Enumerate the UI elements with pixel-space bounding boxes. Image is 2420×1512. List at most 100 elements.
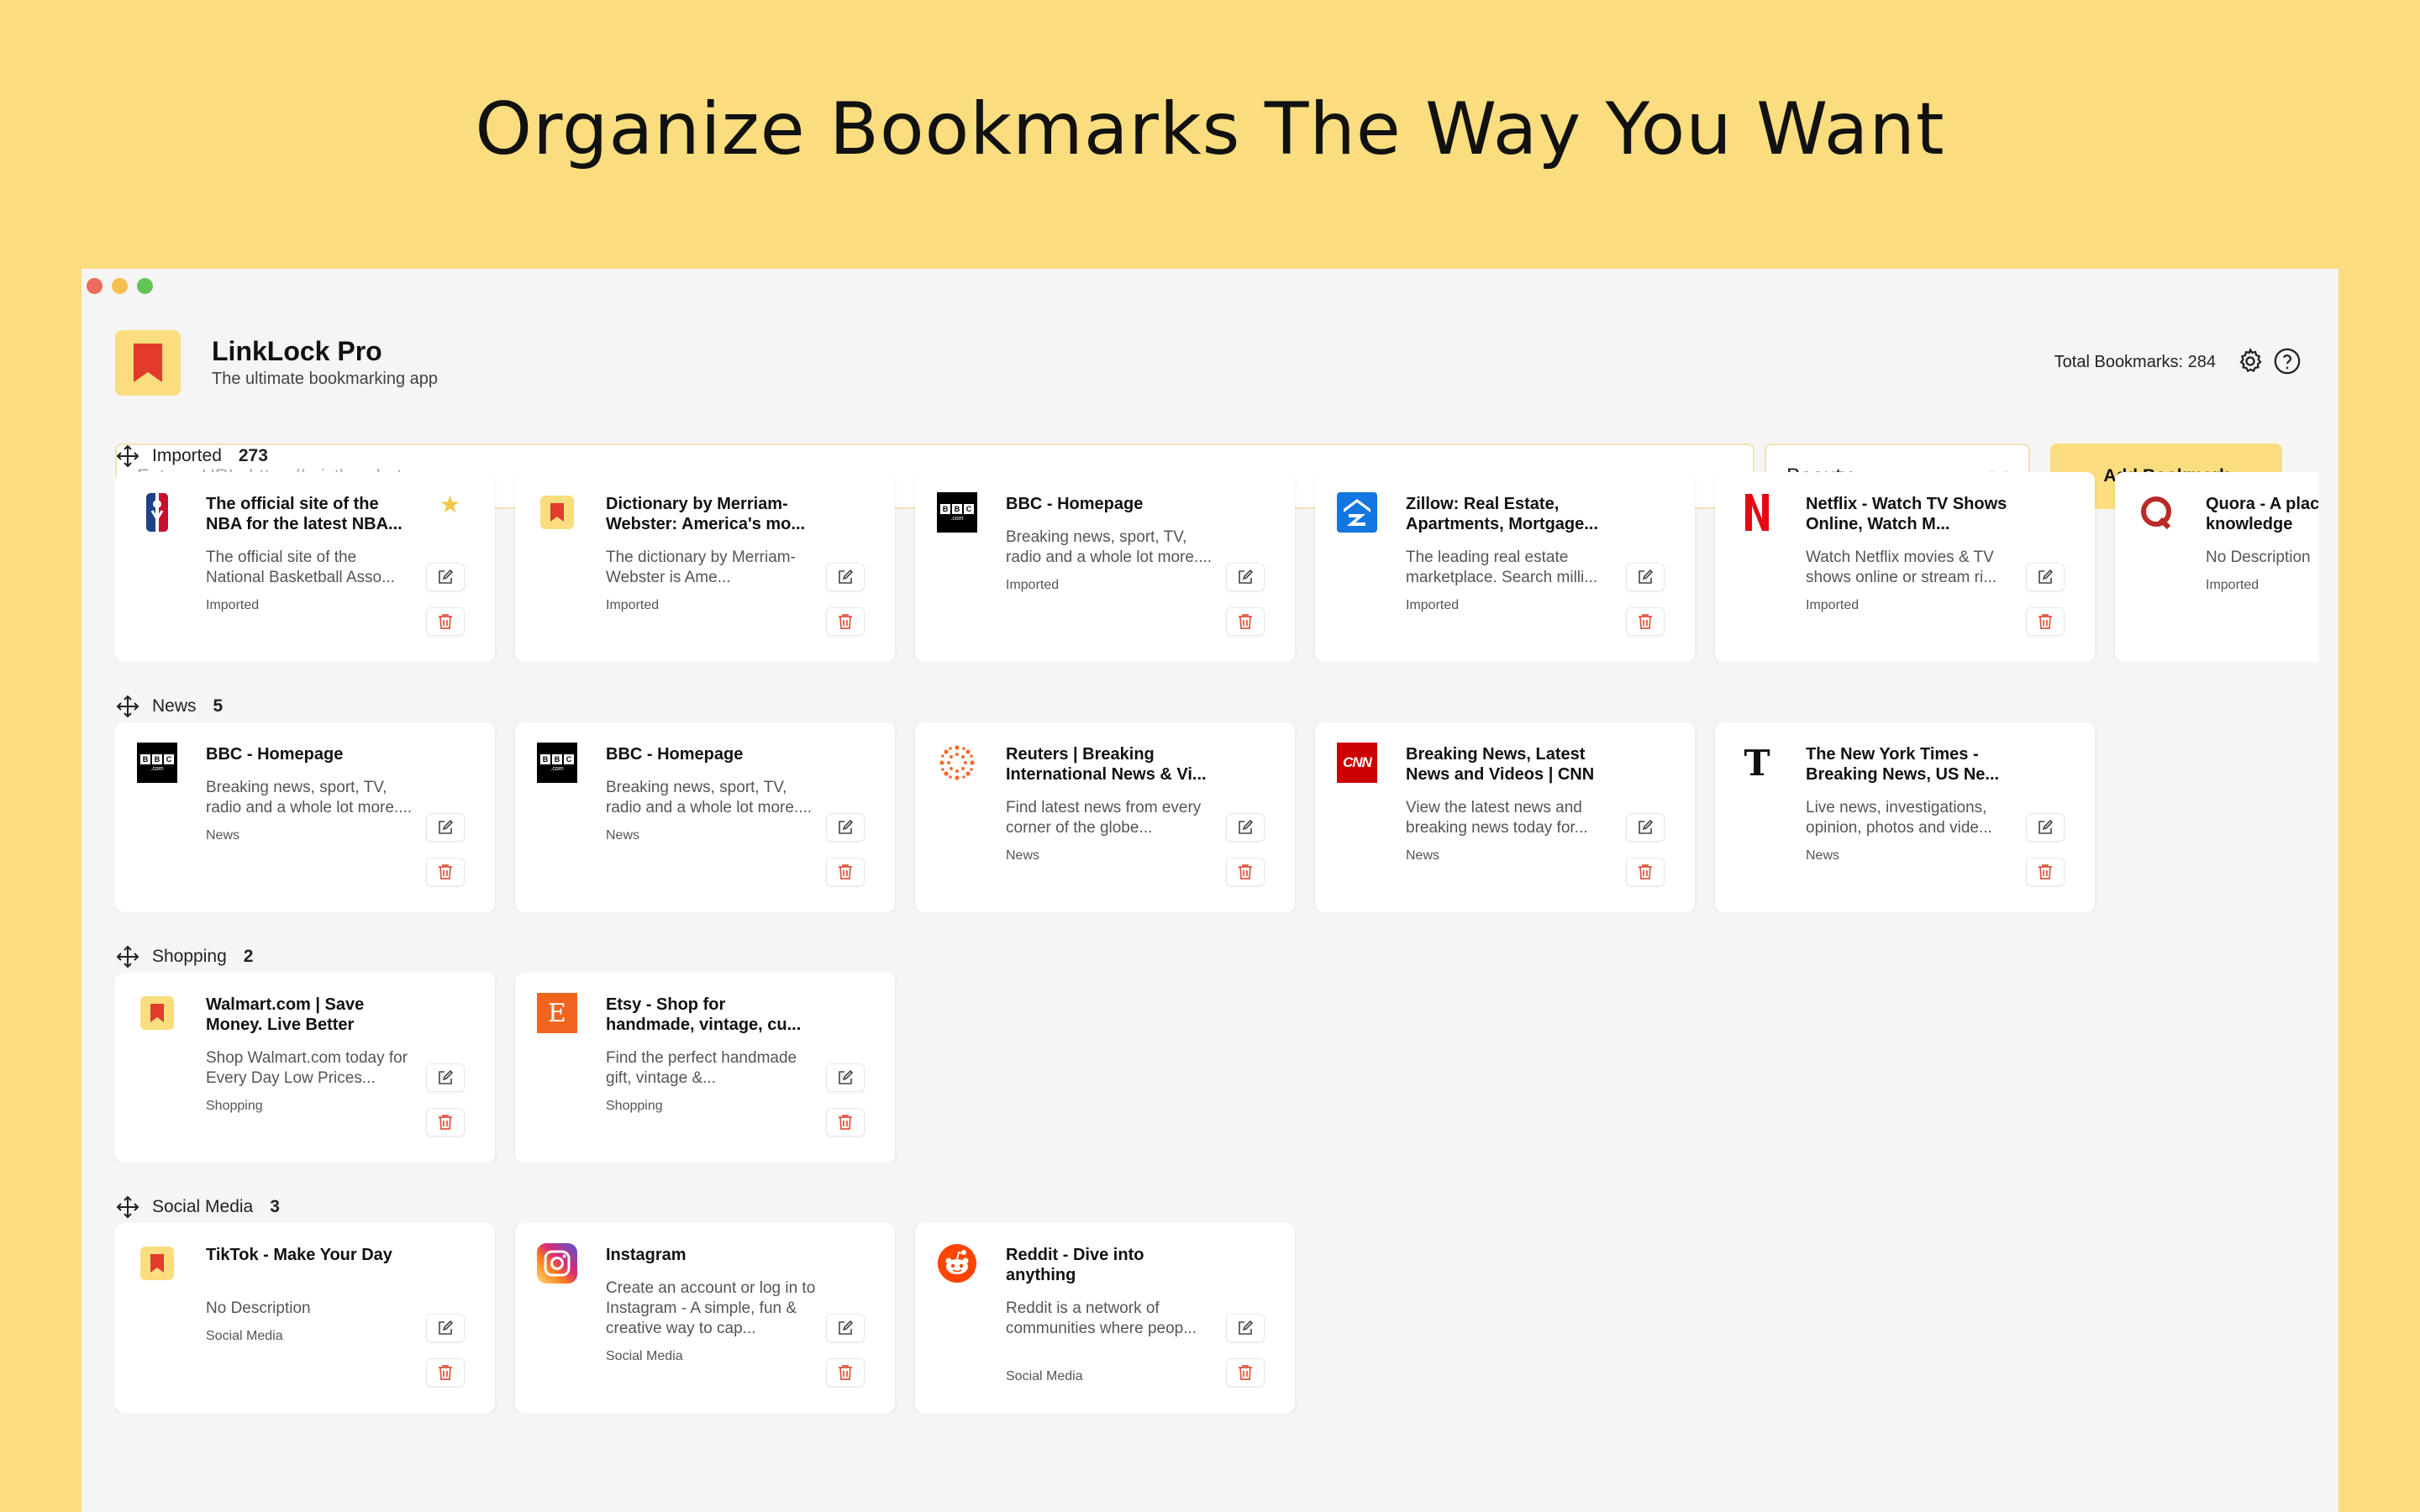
bookmark-title[interactable]: BBC - Homepage [606,744,816,764]
bookmark-title[interactable]: Quora - A place to share knowledge [2206,494,2318,534]
delete-button[interactable] [826,1108,865,1137]
delete-button[interactable] [1226,858,1265,886]
delete-button[interactable] [426,1108,465,1137]
edit-button[interactable] [826,563,865,591]
bookmark-title[interactable]: TikTok - Make Your Day [206,1245,416,1265]
bookmark-title[interactable]: Reuters | Breaking International News & … [1006,744,1216,785]
bookmark-card[interactable]: B B C .com BBC - Homepage Breaking news, spor… [515,722,895,912]
edit-icon [439,1069,454,1084]
edit-button[interactable] [826,813,865,842]
trash-icon [2039,614,2052,629]
bookmark-card[interactable]: B B C .com BBC - Homepage Breaking news, spor… [115,722,495,912]
bookmark-title[interactable]: The official site of the NBA for the lat… [206,494,416,534]
bookmark-title[interactable]: Breaking News, Latest News and Videos | … [1406,744,1616,785]
drag-move-icon[interactable] [115,444,140,469]
delete-button[interactable] [826,1358,865,1387]
bookmark-category: News [1806,848,1840,863]
edit-icon [839,1069,854,1084]
edit-button[interactable] [1626,563,1665,591]
edit-button[interactable] [426,563,465,591]
section-count: 273 [238,446,268,465]
bookmark-card[interactable]: Netflix - Watch TV Shows Online, Watch M… [1715,472,2095,662]
trash-icon [1639,864,1652,879]
delete-button[interactable] [1226,607,1265,636]
section-name: Imported [152,446,222,465]
bookmark-title[interactable]: Netflix - Watch TV Shows Online, Watch M… [1806,494,2016,534]
delete-button[interactable] [826,607,865,636]
edit-button[interactable] [1226,1314,1265,1342]
bookmark-card[interactable]: E Etsy - Shop for handmade, vintage, cu..… [515,973,895,1163]
trash-icon [439,614,452,629]
bbc-icon: B B C .com [137,743,177,783]
bbc-icon: B B C .com [537,743,577,783]
delete-button[interactable] [2026,858,2065,886]
bookmark-card[interactable]: Dictionary by Merriam-Webster: America's… [515,472,895,662]
bookmark-card[interactable]: The official site of the NBA for the lat… [115,472,495,662]
bookmark-description: No Description [206,1299,311,1317]
edit-button[interactable] [426,813,465,842]
bookmark-row: TikTok - Make Your Day No Description Soci… [115,1223,2318,1413]
edit-button[interactable] [1226,813,1265,842]
edit-button[interactable] [826,1314,865,1342]
edit-button[interactable] [1226,563,1265,591]
delete-button[interactable] [1626,858,1665,886]
bookmark-card[interactable]: Reddit - Dive into anything Reddit is a n… [915,1223,1295,1413]
bookmark-category: News [606,828,640,843]
delete-button[interactable] [826,858,865,886]
section-header: Imported 273 [115,444,268,469]
delete-button[interactable] [2026,607,2065,636]
bookmark-category: Social Media [606,1349,683,1363]
edit-icon [2039,819,2054,834]
edit-button[interactable] [826,1063,865,1092]
delete-button[interactable] [426,1358,465,1387]
trash-icon [839,614,852,629]
close-window-button[interactable] [87,278,103,294]
bookmark-card[interactable]: Instagram Create an account or log in to … [515,1223,895,1413]
bookmark-title[interactable]: The New York Times - Breaking News, US N… [1806,744,2016,785]
edit-button[interactable] [2026,813,2065,842]
section-header: News 5 [115,694,223,719]
drag-move-icon[interactable] [115,694,140,719]
bookmark-card[interactable]: CNN Breaking News, Latest News and Videos… [1315,722,1695,912]
bookmark-title[interactable]: Etsy - Shop for handmade, vintage, cu... [606,995,816,1035]
section-header: Shopping 2 [115,944,253,969]
delete-button[interactable] [1626,607,1665,636]
bookmark-title[interactable]: BBC - Homepage [1006,494,1216,514]
trash-icon [1239,864,1252,879]
bookmark-title[interactable]: Reddit - Dive into anything [1006,1245,1216,1285]
bookmark-row: The official site of the NBA for the lat… [115,472,2318,662]
section-count: 3 [270,1197,280,1216]
star-icon[interactable]: ★ [439,491,460,518]
app-subtitle: The ultimate bookmarking app [212,370,439,388]
bookmark-title[interactable]: Dictionary by Merriam-Webster: America's… [606,494,816,534]
bookmark-title[interactable]: Zillow: Real Estate, Apartments, Mortgag… [1406,494,1616,534]
bookmark-title[interactable]: Instagram [606,1245,816,1265]
zoom-window-button[interactable] [137,278,153,294]
edit-button[interactable] [1626,813,1665,842]
bookmark-card[interactable]: TikTok - Make Your Day No Description Soci… [115,1223,495,1413]
bookmark-description: Breaking news, sport, TV, radio and a wh… [1006,528,1213,566]
delete-button[interactable] [426,858,465,886]
help-icon[interactable] [2273,347,2302,375]
drag-move-icon[interactable] [115,944,140,969]
bookmark-card[interactable]: Walmart.com | Save Money. Live Better Sho… [115,973,495,1163]
bookmark-card[interactable]: Quora - A place to share knowledge No Des… [2115,472,2318,662]
bookmark-card[interactable]: Reuters | Breaking International News & … [915,722,1295,912]
delete-button[interactable] [1226,1358,1265,1387]
settings-gear-icon[interactable] [2236,347,2265,375]
bookmark-card[interactable]: B B C .com BBC - Homepage Breaking news, spor… [915,472,1295,662]
bookmark-description: The official site of the National Basket… [206,549,395,586]
drag-move-icon[interactable] [115,1194,140,1220]
bookmark-card[interactable]: T The New York Times - Breaking News, US … [1715,722,2095,912]
netflix-icon [1737,492,1777,533]
bookmark-category: News [1006,848,1040,863]
bookmark-title[interactable]: BBC - Homepage [206,744,416,764]
trash-icon [839,1115,852,1130]
minimize-window-button[interactable] [112,278,128,294]
delete-button[interactable] [426,607,465,636]
bookmark-card[interactable]: Zillow: Real Estate, Apartments, Mortgag… [1315,472,1695,662]
edit-button[interactable] [426,1314,465,1342]
edit-button[interactable] [2026,563,2065,591]
edit-button[interactable] [426,1063,465,1092]
bookmark-title[interactable]: Walmart.com | Save Money. Live Better [206,995,416,1035]
